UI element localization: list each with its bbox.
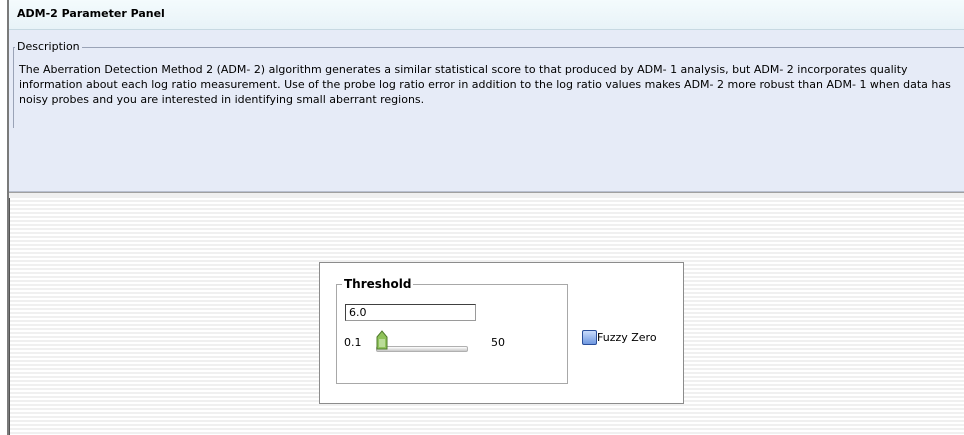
threshold-legend: Threshold <box>342 277 414 291</box>
threshold-group-box <box>336 284 568 384</box>
fuzzy-zero-label: Fuzzy Zero <box>597 331 657 344</box>
parameter-area: Threshold 0.1 50 Fuzzy Zero <box>9 198 964 435</box>
description-text: The Aberration Detection Method 2 (ADM- … <box>19 63 951 106</box>
slider-max-label: 50 <box>491 336 505 349</box>
slider-min-label: 0.1 <box>344 336 362 349</box>
panel-title: ADM-2 Parameter Panel <box>17 7 165 20</box>
description-legend: Description <box>15 40 82 53</box>
threshold-slider-track[interactable] <box>376 346 468 352</box>
panel-title-bar: ADM-2 Parameter Panel <box>9 0 964 30</box>
adm2-parameter-panel: ADM-2 Parameter Panel Description The Ab… <box>9 0 964 435</box>
slider-thumb-icon[interactable] <box>376 330 388 350</box>
fuzzy-zero-checkbox[interactable] <box>582 330 597 345</box>
description-section: Description The Aberration Detection Met… <box>9 30 964 192</box>
threshold-frame: Threshold 0.1 50 Fuzzy Zero <box>319 262 684 404</box>
threshold-input[interactable] <box>345 304 476 321</box>
